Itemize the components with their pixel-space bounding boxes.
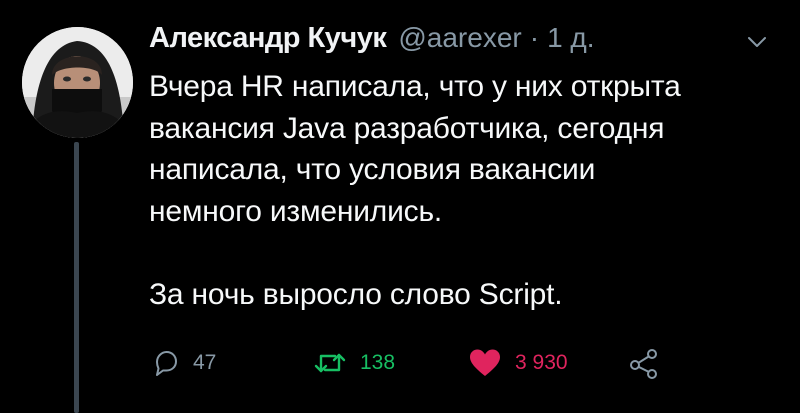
thread-line (74, 142, 79, 413)
tweet-line: вакансия Java разработчика, сегодня (149, 111, 665, 145)
timestamp[interactable]: 1 д. (547, 22, 594, 54)
tweet-line-final: За ночь выросло слово Script. (149, 277, 563, 311)
tweet-line: немного изменились. (149, 194, 443, 228)
retweet-count: 138 (360, 351, 396, 374)
author-handle[interactable]: @aarexer (398, 22, 521, 54)
share-button[interactable] (627, 345, 661, 381)
tweet[interactable]: Александр Кучук @aarexer · 1 д. Вчера HR… (0, 0, 800, 413)
retweet-button[interactable]: 138 (312, 345, 395, 381)
like-count: 3 930 (515, 351, 568, 374)
retweet-icon (312, 347, 348, 379)
heart-icon (467, 347, 503, 379)
header-separator: · (529, 22, 540, 53)
reply-button[interactable]: 47 (149, 345, 216, 381)
share-icon (627, 347, 661, 379)
action-bar: 47 138 3 930 (149, 345, 689, 381)
chevron-down-icon[interactable] (745, 34, 769, 50)
tweet-header: Александр Кучук @aarexer · 1 д. (149, 22, 595, 62)
reply-icon (149, 347, 181, 379)
reply-count: 47 (193, 351, 217, 374)
avatar[interactable] (22, 27, 133, 138)
tweet-text: Вчера HR написала, что у них открыта вак… (149, 66, 779, 315)
tweet-line: написала, что условия вакансии (149, 153, 596, 186)
author-name[interactable]: Александр Кучук (149, 22, 387, 55)
like-button[interactable]: 3 930 (467, 345, 568, 381)
tweet-line: Вчера HR написала, что у них открыта (149, 70, 681, 103)
